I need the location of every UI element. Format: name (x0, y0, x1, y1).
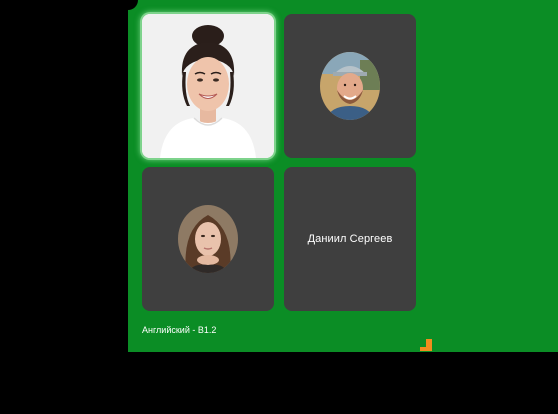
participant-avatar (320, 52, 380, 120)
participant-tile-student-3[interactable]: Даниил Сергеев (284, 167, 416, 311)
participant-name: Даниил Сергеев (307, 233, 393, 245)
course-label: Английский - B1.2 (142, 325, 217, 335)
video-call-stage: Даниил Сергеев Английский - B1.2 (0, 0, 558, 414)
corner-decoration (420, 339, 432, 351)
participant-avatar (178, 205, 238, 273)
participant-tile-student-1[interactable] (284, 14, 416, 158)
participant-tile-student-2[interactable] (142, 167, 274, 311)
participant-tile-teacher[interactable] (142, 14, 274, 158)
teacher-video (142, 14, 274, 158)
